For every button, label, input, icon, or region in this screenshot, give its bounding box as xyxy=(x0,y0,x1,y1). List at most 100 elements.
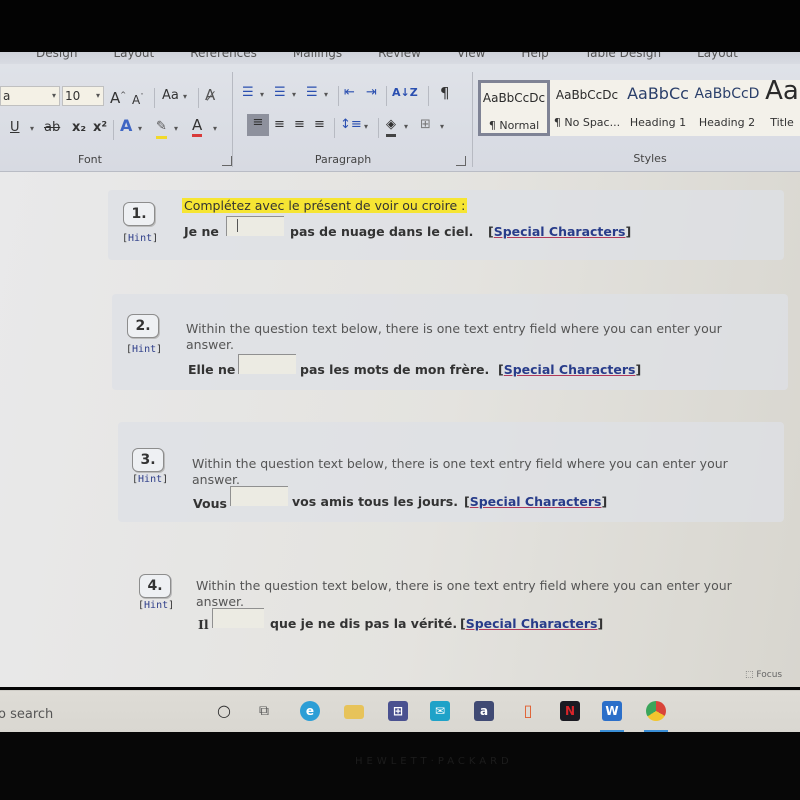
chevron-down-icon[interactable]: ▾ xyxy=(292,86,296,104)
font-name-combo[interactable]: a ▾ xyxy=(0,86,60,106)
align-center-icon[interactable]: ≡ xyxy=(274,116,285,134)
chevron-down-icon[interactable]: ▾ xyxy=(440,118,444,136)
mail-icon[interactable]: ✉ xyxy=(430,701,450,721)
style-normal[interactable]: AaBbCcDc ¶ Normal xyxy=(478,80,550,136)
increase-indent-icon[interactable]: ⇥ xyxy=(366,84,377,102)
focus-mode-button[interactable]: ⬚ Focus xyxy=(745,670,782,680)
cortana-icon[interactable]: ○ xyxy=(214,701,234,721)
chrome-icon[interactable] xyxy=(646,701,666,721)
word-icon[interactable]: W xyxy=(602,701,622,721)
chevron-down-icon[interactable]: ▾ xyxy=(174,120,178,138)
borders-icon[interactable]: ⊞ xyxy=(420,116,431,134)
line-spacing-icon[interactable]: ↕≡ xyxy=(340,116,362,134)
question-prompt: Within the question text below, there is… xyxy=(186,321,722,336)
decrease-indent-icon[interactable]: ⇤ xyxy=(344,84,355,102)
answer-input[interactable] xyxy=(238,354,296,374)
task-view-icon[interactable]: ⧉ xyxy=(254,701,274,721)
tab-layout[interactable]: Layout xyxy=(113,52,154,60)
paragraph-dialog-launcher-icon[interactable] xyxy=(456,156,466,166)
hint-link[interactable]: [Hint] xyxy=(126,344,162,355)
text-caret xyxy=(237,219,238,232)
chevron-down-icon[interactable]: ▾ xyxy=(404,118,408,136)
chevron-down-icon: ▾ xyxy=(95,91,100,100)
file-explorer-icon[interactable] xyxy=(344,705,364,719)
question-card-1: 1. [Hint] Complétez avec le présent de v… xyxy=(108,190,784,260)
hint-link[interactable]: [Hint] xyxy=(122,233,158,244)
sentence-before: Je ne xyxy=(184,224,219,239)
netflix-icon[interactable]: N xyxy=(560,701,580,721)
sentence-before: Vous xyxy=(193,496,227,511)
superscript-button[interactable]: x² xyxy=(93,119,107,137)
underline-chevron-icon[interactable]: ▾ xyxy=(30,120,34,138)
shading-icon[interactable]: ◈ xyxy=(386,116,396,137)
tab-table-layout[interactable]: Layout xyxy=(697,52,738,60)
answer-input[interactable] xyxy=(230,486,288,506)
question-number: 1. xyxy=(123,202,155,226)
tab-view[interactable]: View xyxy=(457,52,485,60)
chevron-down-icon[interactable]: ▾ xyxy=(364,118,368,136)
separator xyxy=(154,88,155,108)
style-no-spacing[interactable]: AaBbCcDc ¶ No Spac... xyxy=(552,80,622,136)
chevron-down-icon: ▾ xyxy=(51,91,56,100)
hint-link[interactable]: [Hint] xyxy=(138,600,174,611)
font-dialog-launcher-icon[interactable] xyxy=(222,156,232,166)
change-case-button[interactable]: Aa ▾ xyxy=(162,87,187,106)
tab-review[interactable]: Review xyxy=(378,52,421,60)
tab-mailings[interactable]: Mailings xyxy=(293,52,342,60)
chevron-down-icon[interactable]: ▾ xyxy=(138,120,142,138)
tab-help[interactable]: Help xyxy=(521,52,548,60)
strikethrough-button[interactable]: ab xyxy=(44,119,60,137)
show-marks-button[interactable]: ¶ xyxy=(440,84,450,102)
bullets-icon[interactable]: ☰ xyxy=(242,84,254,102)
chevron-down-icon[interactable]: ▾ xyxy=(260,86,264,104)
question-prompt: Within the question text below, there is… xyxy=(192,456,728,471)
style-title[interactable]: Aa Title xyxy=(762,76,800,136)
edge-icon[interactable]: e xyxy=(300,701,320,721)
tab-table-design[interactable]: Table Design xyxy=(585,52,661,60)
answer-input[interactable] xyxy=(226,216,284,236)
separator xyxy=(378,118,379,138)
font-size-combo[interactable]: 10 ▾ xyxy=(62,86,104,106)
underline-button[interactable]: U xyxy=(10,119,20,137)
sort-button[interactable]: A↓Z xyxy=(392,84,418,102)
answer-input[interactable] xyxy=(212,608,264,628)
store-icon[interactable]: ⊞ xyxy=(388,701,408,721)
sentence-after: vos amis tous les jours. xyxy=(292,494,458,509)
align-left-icon[interactable]: ≡ xyxy=(247,114,269,136)
style-heading-1[interactable]: AaBbCc Heading 1 xyxy=(624,80,692,136)
font-group: a ▾ 10 ▾ A^ Aˇ Aa ▾ A̷ U ▾ ab x₂ x² A ▾ … xyxy=(0,64,232,172)
special-characters-link[interactable]: [Special Characters] xyxy=(464,494,607,509)
align-right-icon[interactable]: ≡ xyxy=(294,116,305,134)
chevron-down-icon[interactable]: ▾ xyxy=(324,86,328,104)
question-prompt-continued: answer. xyxy=(196,594,244,609)
highlight-color-icon[interactable]: ✎ xyxy=(156,118,167,139)
tab-references[interactable]: References xyxy=(190,52,257,60)
screen-bezel-bottom: HEWLETT·PACKARD xyxy=(0,732,800,800)
tab-design[interactable]: Design xyxy=(36,52,77,60)
paragraph-group: ☰ ▾ ☰ ▾ ☰ ▾ ⇤ ⇥ A↓Z ¶ ≡ ≡ ≡ ≡ ↕≡ ▾ ◈ ▾ ⊞… xyxy=(236,64,470,172)
question-prompt: Within the question text below, there is… xyxy=(196,578,732,593)
ribbon: a ▾ 10 ▾ A^ Aˇ Aa ▾ A̷ U ▾ ab x₂ x² A ▾ … xyxy=(0,64,800,172)
office-icon[interactable]: ▯ xyxy=(518,701,538,721)
numbering-icon[interactable]: ☰ xyxy=(274,84,286,102)
font-color-button[interactable]: A xyxy=(192,116,203,137)
sentence-after: pas les mots de mon frère. xyxy=(300,362,490,377)
subscript-button[interactable]: x₂ xyxy=(72,119,86,137)
shrink-font-button[interactable]: Aˇ xyxy=(132,88,144,109)
special-characters-link[interactable]: [Special Characters] xyxy=(488,224,631,239)
justify-icon[interactable]: ≡ xyxy=(314,116,325,134)
style-heading-2[interactable]: AaBbCcD Heading 2 xyxy=(692,80,762,136)
question-prompt-continued: answer. xyxy=(192,472,240,487)
multilevel-list-icon[interactable]: ☰ xyxy=(306,84,318,102)
chevron-down-icon[interactable]: ▾ xyxy=(213,120,217,138)
special-characters-link[interactable]: [Special Characters] xyxy=(498,362,641,377)
special-characters-link[interactable]: [Special Characters] xyxy=(460,616,603,631)
separator xyxy=(113,120,114,140)
clear-formatting-icon[interactable]: A̷ xyxy=(205,86,215,104)
taskbar-search-box[interactable]: o search xyxy=(0,707,53,722)
separator xyxy=(428,86,429,106)
amazon-icon[interactable]: a xyxy=(474,701,494,721)
grow-font-button[interactable]: A^ xyxy=(110,86,126,107)
hint-link[interactable]: [Hint] xyxy=(132,474,168,485)
text-effects-button[interactable]: A xyxy=(120,117,132,135)
